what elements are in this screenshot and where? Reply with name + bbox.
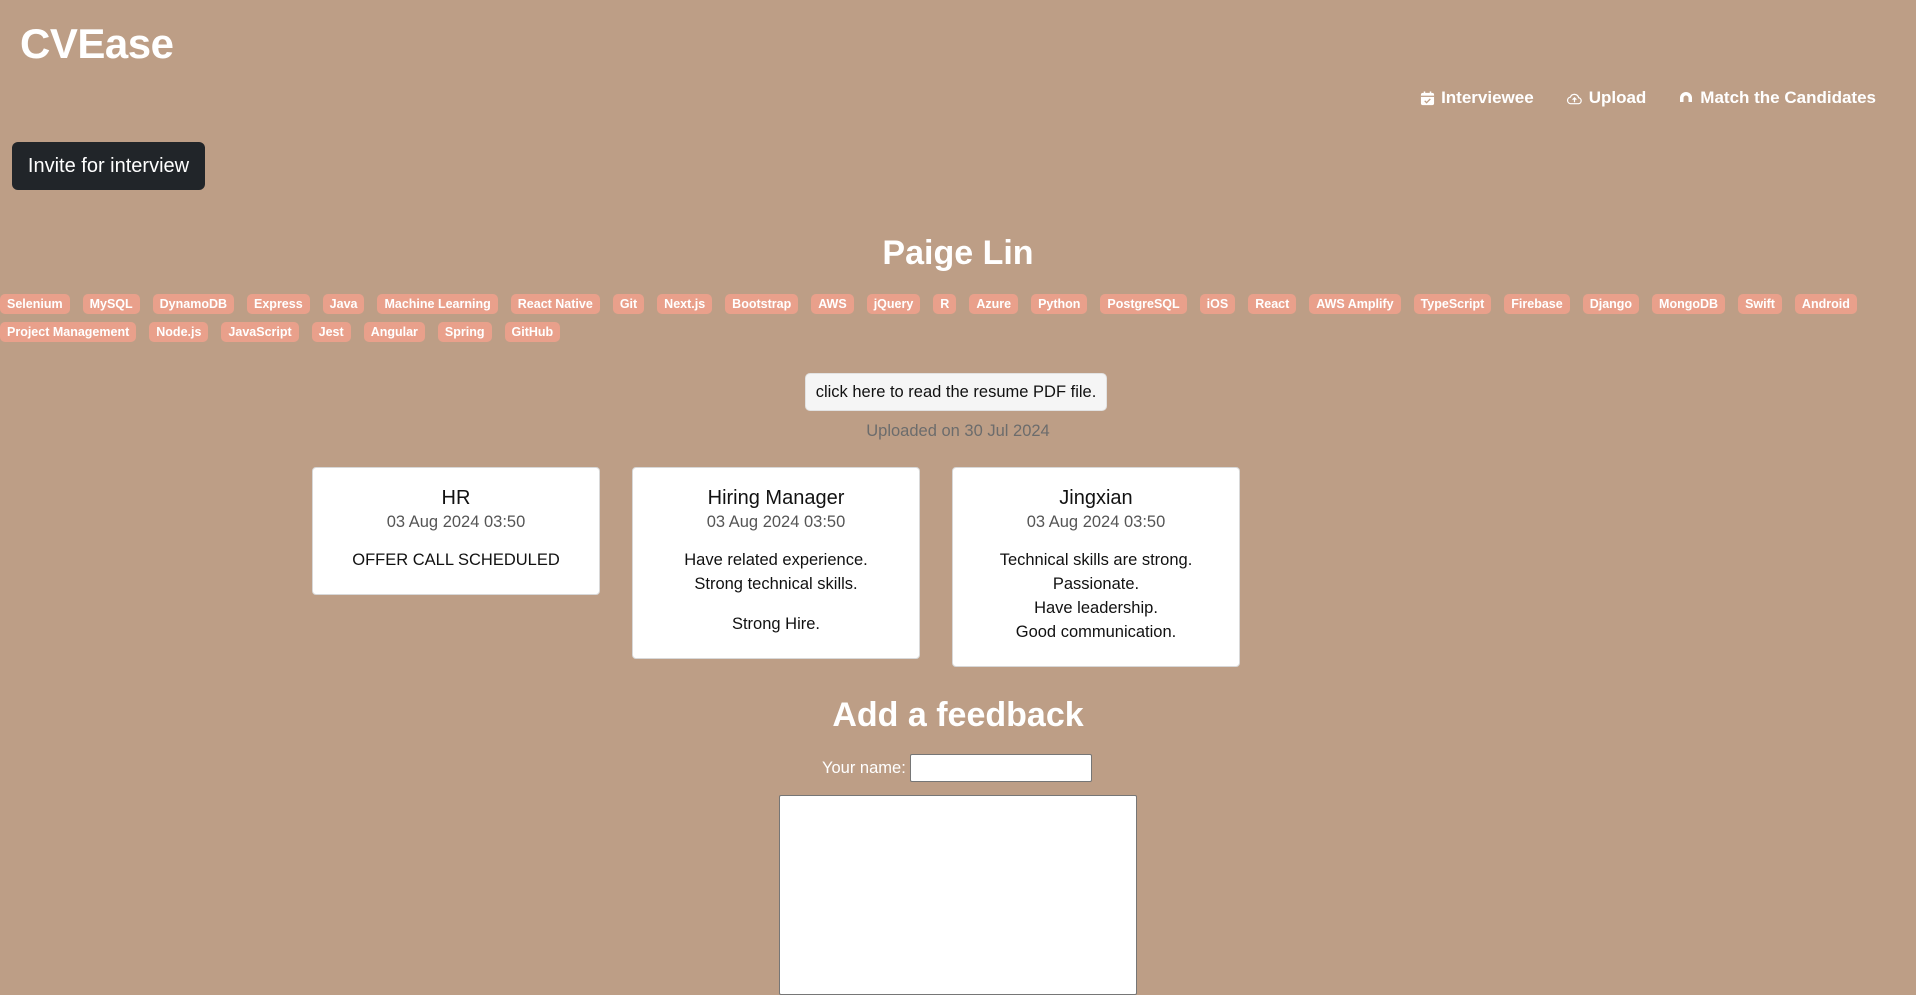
feedback-date: 03 Aug 2024 03:50	[386, 513, 526, 531]
skill-tag: Git	[612, 294, 645, 314]
your-name-row: Your name:	[822, 754, 1092, 782]
skill-tag: Azure	[969, 294, 1019, 314]
skill-tag: Swift	[1738, 294, 1782, 314]
skill-tag: Android	[1794, 294, 1857, 314]
feedback-text: OFFER CALL SCHEDULED	[313, 548, 599, 572]
add-feedback-heading: Add a feedback	[832, 696, 1084, 734]
skill-tag: iOS	[1199, 294, 1236, 314]
feedback-line: Strong Hire.	[731, 615, 821, 633]
feedback-textarea[interactable]	[779, 795, 1137, 995]
skill-tag: Node.js	[149, 322, 209, 342]
feedback-card: HR 03 Aug 2024 03:50 OFFER CALL SCHEDULE…	[312, 467, 600, 595]
invite-for-interview-button[interactable]: Invite for interview	[12, 142, 205, 190]
skill-tag: Next.js	[657, 294, 713, 314]
feedback-line: Have leadership.	[1034, 599, 1158, 617]
skill-tag: Project Management	[0, 322, 137, 342]
skill-tag: Angular	[363, 322, 425, 342]
feedback-text: Technical skills are strong. Passionate.…	[953, 548, 1239, 644]
uploaded-date: Uploaded on 30 Jul 2024	[866, 422, 1050, 440]
skill-tag: Java	[322, 294, 365, 314]
your-name-input[interactable]	[909, 754, 1092, 782]
nav-upload-label: Upload	[1588, 88, 1647, 107]
skill-tag: Django	[1582, 294, 1640, 314]
feedback-date: 03 Aug 2024 03:50	[1026, 513, 1166, 531]
your-name-label: Your name:	[822, 758, 906, 777]
candidate-name: Paige Lin	[882, 234, 1034, 272]
skill-tag: JavaScript	[221, 322, 299, 342]
skill-tag: AWS Amplify	[1309, 294, 1401, 314]
skill-tag: MySQL	[82, 294, 140, 314]
feedback-card: Hiring Manager 03 Aug 2024 03:50 Have re…	[632, 467, 920, 659]
skill-tag: jQuery	[866, 294, 921, 314]
magnet-icon	[1680, 92, 1693, 104]
feedback-line: Technical skills are strong.	[999, 551, 1193, 569]
feedback-date: 03 Aug 2024 03:50	[706, 513, 846, 531]
nav-upload[interactable]: Upload	[1566, 88, 1647, 108]
nav-interviewee[interactable]: Interviewee	[1420, 88, 1534, 108]
skill-tag: Selenium	[0, 294, 70, 314]
feedback-line: Strong technical skills.	[694, 575, 858, 593]
skill-tag: MongoDB	[1652, 294, 1726, 314]
skill-tag: Spring	[437, 322, 492, 342]
skill-tag: React	[1248, 294, 1297, 314]
feedback-card: Jingxian 03 Aug 2024 03:50 Technical ski…	[952, 467, 1240, 667]
feedback-author: Hiring Manager	[707, 487, 845, 509]
skill-tag: GitHub	[504, 322, 561, 342]
nav-interviewee-label: Interviewee	[1441, 88, 1534, 107]
skill-tag: Firebase	[1504, 294, 1570, 314]
feedback-text: Have related experience. Strong technica…	[633, 548, 919, 636]
skill-tag: Express	[247, 294, 310, 314]
skill-tag: TypeScript	[1413, 294, 1492, 314]
top-nav: Interviewee Upload Match the Candidates	[1420, 88, 1876, 108]
app-logo: CVEase	[20, 20, 174, 67]
skill-tags: Selenium MySQL DynamoDB Express Java Mac…	[0, 294, 1900, 342]
skill-tag: DynamoDB	[152, 294, 235, 314]
read-resume-pdf-button[interactable]: click here to read the resume PDF file.	[805, 373, 1107, 411]
feedback-author: Jingxian	[1059, 487, 1133, 509]
feedback-line: Passionate.	[1052, 575, 1140, 593]
skill-tag: Jest	[311, 322, 351, 342]
calendar-icon	[1421, 90, 1435, 105]
skill-tag: AWS	[811, 294, 854, 314]
feedback-author: HR	[441, 487, 471, 509]
skill-tag: Python	[1031, 294, 1088, 314]
skill-tag: Machine Learning	[377, 294, 498, 314]
skill-tag: React Native	[510, 294, 600, 314]
skill-tag: Bootstrap	[725, 294, 799, 314]
feedback-line: Good communication.	[1015, 623, 1177, 641]
nav-match-label: Match the Candidates	[1700, 88, 1876, 107]
nav-match[interactable]: Match the Candidates	[1678, 88, 1876, 108]
feedback-line: OFFER CALL SCHEDULED	[352, 551, 560, 569]
cloud-upload-icon	[1566, 93, 1582, 104]
feedback-line: Have related experience.	[684, 551, 868, 569]
skill-tag: R	[933, 294, 957, 314]
skill-tag: PostgreSQL	[1100, 294, 1187, 314]
